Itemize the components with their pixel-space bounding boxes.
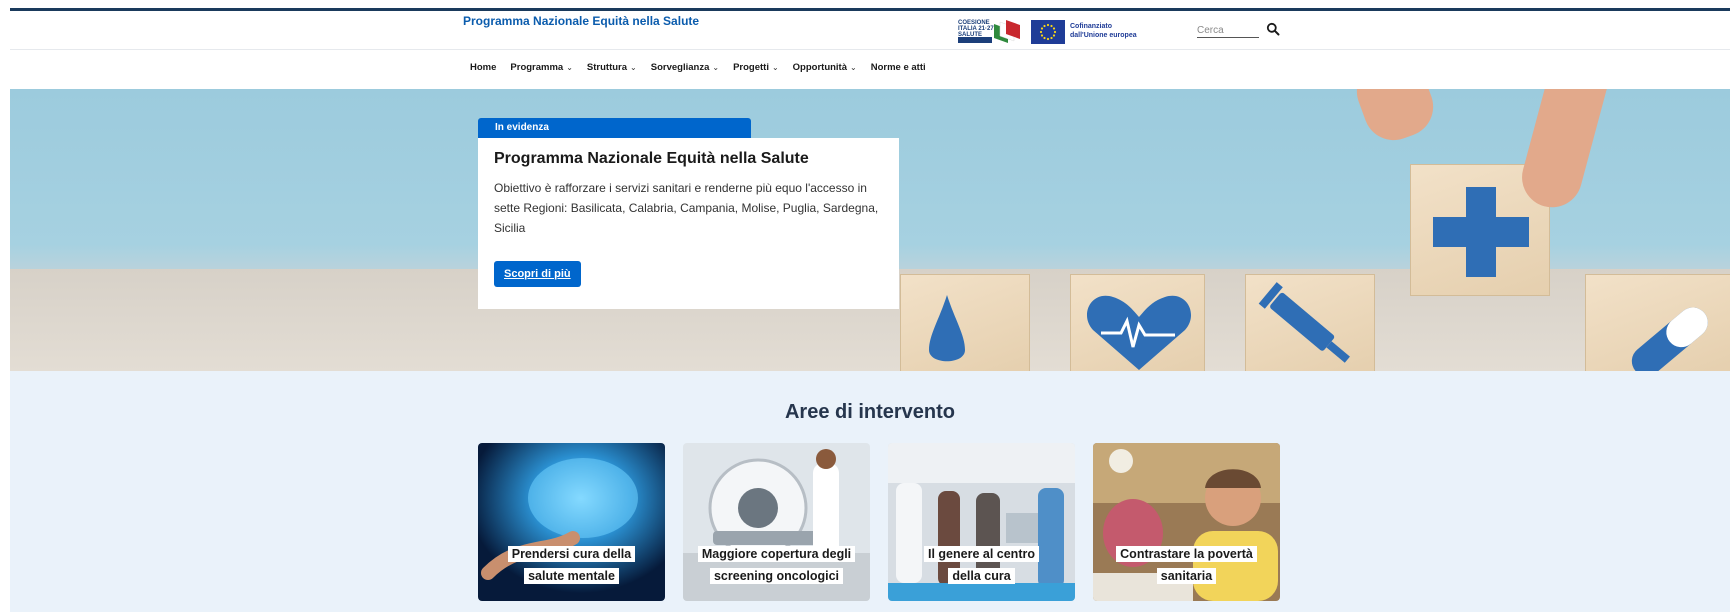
nav-item-label: Norme e atti [870, 62, 926, 73]
chevron-down-icon: ⌄ [771, 63, 779, 72]
nav-item-norme-e-atti[interactable]: Norme e atti [871, 62, 926, 73]
hero-description: Obiettivo è rafforzare i servizi sanitar… [494, 181, 879, 235]
card-label-line1: Prendersi cura della [507, 546, 636, 562]
nav-item-label: Opportunità [792, 62, 848, 73]
nav-item-home[interactable]: Home [470, 62, 496, 73]
card-label-line2: della cura [948, 568, 1015, 584]
eu-stars-icon [1039, 23, 1057, 41]
in-evidenza-tag: In evidenza [478, 118, 751, 140]
card-label-line1: Maggiore copertura degli [697, 546, 856, 562]
nav-item-struttura[interactable]: Struttura ⌄ [587, 62, 637, 73]
nav-item-sorveglianza[interactable]: Sorveglianza ⌄ [651, 62, 719, 73]
wooden-block-heart [1070, 274, 1205, 371]
nav-item-label: Sorveglianza [650, 62, 710, 73]
card-label-line2: screening oncologici [709, 568, 844, 584]
card-label-line1: Il genere al centro [924, 546, 1039, 562]
heart-pulse-icon [1086, 295, 1192, 370]
card-label-line2: salute mentale [524, 568, 619, 584]
eu-cofinanced-label: Cofinanziato dall'Unione europea [1070, 23, 1137, 39]
coesione-italia-logo[interactable]: COESIONE ITALIA 21·27 SALUTE [958, 19, 1022, 45]
nav-item-label: Progetti [733, 62, 769, 73]
area-card-genere-al-centro[interactable]: Il genere al centro della cura [888, 443, 1075, 601]
hand-thumb-image [1515, 89, 1615, 215]
eu-flag-logo[interactable] [1031, 20, 1065, 44]
nav-item-label: Programma [510, 62, 564, 73]
area-card-poverta-sanitaria[interactable]: Contrastare la povertà sanitaria [1093, 443, 1280, 601]
search-button[interactable] [1266, 22, 1280, 36]
syringe-icon [1258, 282, 1350, 363]
main-nav: Home Programma ⌄ Struttura ⌄ Sorveglianz… [470, 62, 926, 73]
search-input[interactable] [1197, 22, 1259, 39]
chevron-down-icon: ⌄ [630, 63, 637, 72]
nav-item-label: Home [470, 62, 497, 73]
card-label-line1: Contrastare la povertà [1116, 546, 1257, 562]
nav-item-progetti[interactable]: Progetti ⌄ [733, 62, 779, 73]
section-title: Aree di intervento [784, 401, 956, 423]
search-field [1197, 20, 1259, 39]
water-drop-icon [929, 295, 965, 362]
area-card-salute-mentale[interactable]: Prendersi cura della salute mentale [478, 443, 665, 601]
nav-item-label: Struttura [586, 62, 628, 73]
search-icon [1266, 22, 1280, 36]
hero-card: Programma Nazionale Equità nella Salute … [478, 138, 899, 309]
chevron-down-icon: ⌄ [850, 63, 857, 72]
aree-di-intervento-section: Aree di intervento Prendersi cura della … [10, 371, 1730, 612]
wooden-block-pill [1585, 274, 1730, 371]
chevron-down-icon: ⌄ [566, 63, 573, 72]
nav-item-programma[interactable]: Programma ⌄ [510, 62, 573, 73]
site-title-link[interactable]: Programma Nazionale Equità nella Salute [463, 14, 699, 28]
wooden-block-syringe [1245, 274, 1375, 371]
header-bar [10, 11, 1730, 50]
scopri-di-piu-button[interactable]: Scopri di più [494, 261, 581, 287]
chevron-down-icon: ⌄ [712, 63, 720, 72]
hero-title: Programma Nazionale Equità nella Salute [494, 150, 809, 167]
nav-item-opportunita[interactable]: Opportunità ⌄ [793, 62, 857, 73]
wooden-block-drop [900, 274, 1030, 371]
card-label-line2: sanitaria [1156, 568, 1217, 584]
area-card-screening-oncologici[interactable]: Maggiore copertura degli screening oncol… [683, 443, 870, 601]
pill-icon [1631, 307, 1708, 371]
hand-image [1348, 89, 1442, 149]
